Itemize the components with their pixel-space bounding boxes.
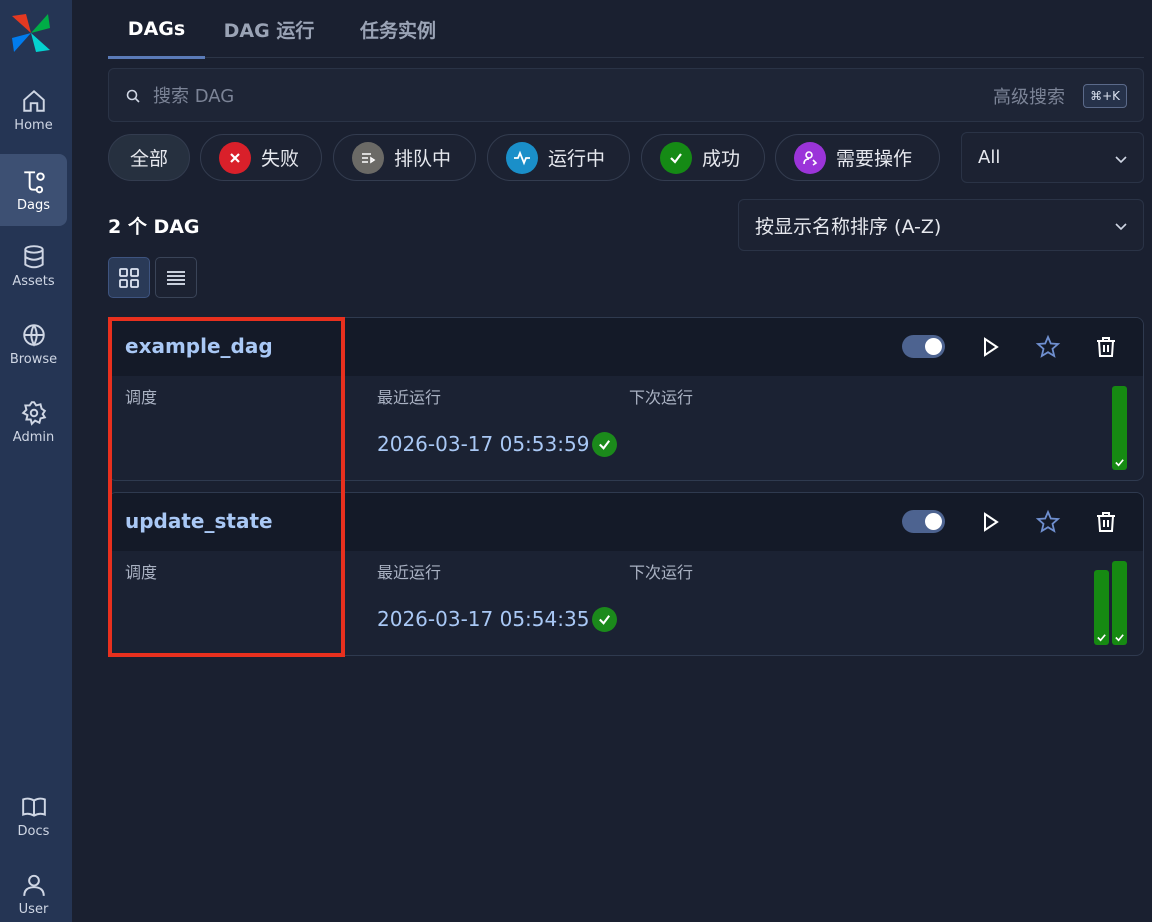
filter-label: 排队中 — [394, 148, 452, 170]
sort-select-value: 按显示名称排序 (A-Z) — [755, 215, 942, 238]
sidebar-item-label: Docs — [17, 823, 50, 839]
list-view-button[interactable] — [155, 257, 197, 298]
filter-label: 全部 — [129, 148, 168, 170]
dag-name-link[interactable]: update_state — [125, 509, 273, 533]
airflow-logo[interactable] — [8, 10, 54, 56]
last-run-date-link[interactable]: 2026-03-17 05:53:59 — [377, 432, 589, 456]
success-status-icon — [592, 607, 617, 632]
tab-dags[interactable]: DAGs — [108, 0, 205, 59]
card-view-button[interactable] — [108, 257, 150, 298]
tab-task-instances[interactable]: 任务实例 — [348, 0, 448, 58]
trigger-button[interactable] — [977, 509, 1003, 535]
next-run-label: 下次运行 — [629, 563, 694, 582]
last-run-date-link[interactable]: 2026-03-17 05:54:35 — [377, 607, 589, 631]
run-bar[interactable] — [1094, 570, 1109, 645]
database-icon — [23, 244, 44, 268]
filter-success-button[interactable]: 成功 — [641, 134, 765, 181]
sidebar-item-admin[interactable]: Admin — [0, 386, 67, 458]
sidebar: Home Dags Assets Browse Admin Docs User — [0, 0, 72, 922]
schedule-label: 调度 — [125, 388, 158, 407]
list-icon — [167, 270, 185, 285]
sidebar-item-label: Dags — [16, 197, 50, 213]
sidebar-item-browse[interactable]: Browse — [0, 308, 67, 380]
filter-needs-action-button[interactable]: 需要操作 — [775, 134, 940, 181]
trash-icon — [1097, 337, 1115, 357]
next-run-label: 下次运行 — [629, 388, 694, 407]
home-icon — [22, 89, 45, 112]
filter-all-button[interactable]: 全部 — [108, 134, 190, 181]
star-icon — [1035, 334, 1061, 358]
advanced-search-link[interactable]: 高级搜索 — [993, 83, 1065, 109]
status-select-value: All — [978, 147, 1001, 168]
sidebar-item-home[interactable]: Home — [0, 74, 67, 146]
sidebar-item-docs[interactable]: Docs — [0, 780, 67, 852]
book-icon — [21, 797, 46, 817]
filter-running-button[interactable]: 运行中 — [487, 134, 630, 181]
pause-toggle[interactable] — [902, 510, 945, 533]
pause-toggle[interactable] — [902, 335, 945, 358]
filter-label: 需要操作 — [836, 148, 913, 170]
filter-queued-button[interactable]: 排队中 — [333, 134, 476, 181]
last-run-label: 最近运行 — [377, 563, 442, 582]
favorite-button[interactable] — [1035, 509, 1061, 535]
sidebar-item-assets[interactable]: Assets — [0, 230, 67, 302]
sort-select[interactable]: 按显示名称排序 (A-Z) — [738, 199, 1144, 251]
filter-label: 失败 — [261, 148, 300, 170]
filter-label: 运行中 — [548, 148, 606, 170]
sidebar-item-dags[interactable]: Dags — [0, 154, 67, 226]
play-icon — [984, 512, 999, 532]
dag-card: example_dag 调度 最近运行 下次运行 2026-03-17 05:5… — [108, 317, 1144, 481]
filter-failed-button[interactable]: 失败 — [200, 134, 322, 181]
globe-icon — [22, 323, 45, 347]
queue-icon — [352, 141, 384, 174]
delete-button[interactable] — [1093, 334, 1119, 360]
search-bar: 高级搜索 ⌘+K — [108, 68, 1144, 122]
run-bar[interactable] — [1112, 561, 1127, 645]
dag-count: 2 个 DAG — [108, 216, 200, 238]
tab-bar: DAGs DAG 运行 任务实例 — [108, 0, 1144, 59]
chevron-down-icon — [1115, 156, 1127, 164]
last-run-label: 最近运行 — [377, 388, 442, 407]
filter-label: 成功 — [702, 148, 741, 170]
search-icon — [126, 89, 140, 103]
user-icon — [22, 874, 45, 896]
gear-icon — [21, 400, 46, 426]
delete-button[interactable] — [1093, 509, 1119, 535]
sidebar-item-label: User — [18, 901, 49, 917]
run-bar[interactable] — [1112, 386, 1127, 470]
sidebar-item-label: Assets — [12, 273, 55, 289]
check-icon — [1097, 634, 1106, 642]
trash-icon — [1097, 512, 1115, 532]
sidebar-item-label: Admin — [12, 429, 55, 445]
dags-icon — [23, 170, 45, 193]
x-icon — [219, 141, 251, 174]
check-icon — [1115, 634, 1124, 642]
activity-icon — [506, 141, 538, 174]
search-input[interactable] — [153, 79, 853, 113]
status-select[interactable]: All — [961, 132, 1144, 183]
schedule-label: 调度 — [125, 563, 158, 582]
chevron-down-icon — [1115, 223, 1127, 231]
shortcut-badge: ⌘+K — [1083, 84, 1127, 108]
play-icon — [984, 337, 999, 357]
grid-icon — [119, 267, 139, 288]
user-action-icon — [794, 141, 826, 174]
dag-name-link[interactable]: example_dag — [125, 334, 273, 358]
favorite-button[interactable] — [1035, 334, 1061, 360]
sidebar-item-label: Browse — [9, 351, 58, 367]
trigger-button[interactable] — [977, 334, 1003, 360]
success-status-icon — [592, 432, 617, 457]
tab-dag-runs[interactable]: DAG 运行 — [216, 0, 322, 58]
check-icon — [1115, 459, 1124, 467]
star-icon — [1035, 509, 1061, 533]
check-icon — [660, 141, 692, 174]
dag-card: update_state 调度 最近运行 下次运行 2026-03-17 05:… — [108, 492, 1144, 656]
sidebar-item-user[interactable]: User — [0, 858, 67, 922]
sidebar-item-label: Home — [14, 117, 53, 133]
